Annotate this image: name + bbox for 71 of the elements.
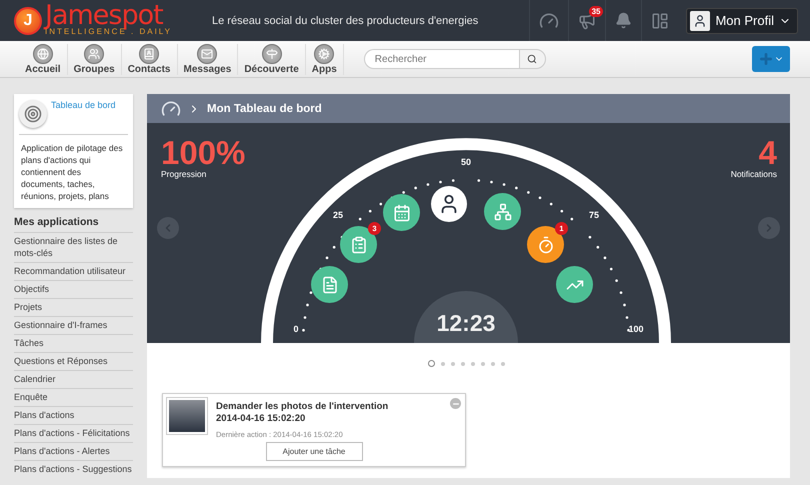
avatar-icon bbox=[690, 10, 710, 30]
notification-count: 35 bbox=[588, 6, 604, 17]
nav-item[interactable]: Découverte bbox=[238, 44, 306, 74]
add-task-button[interactable]: Ajouter une tâche bbox=[266, 442, 362, 461]
pager-dot[interactable] bbox=[428, 360, 434, 367]
nav-item[interactable]: Contacts bbox=[122, 44, 178, 74]
task-title: Demander les photos de l'intervention 2014-04-16 15:02:20 bbox=[216, 401, 388, 425]
globe-icon bbox=[32, 44, 53, 64]
gauge-label: 75 bbox=[588, 210, 599, 220]
pager-dot[interactable] bbox=[460, 362, 464, 366]
pager-dot[interactable] bbox=[500, 362, 504, 366]
sidebar-item[interactable]: Plans d'actions - Suggestions bbox=[14, 460, 133, 478]
sidebar-item[interactable]: Plans d'actions - Félicitations bbox=[14, 424, 133, 442]
address-book-icon bbox=[139, 44, 160, 64]
gauge-label: 50 bbox=[461, 157, 471, 167]
checklist-icon bbox=[350, 236, 368, 254]
notification-value: 4 bbox=[758, 137, 777, 169]
gauge-label: 0 bbox=[294, 324, 298, 334]
site-slogan: Le réseau social du cluster des producteurs d'energies bbox=[212, 14, 480, 26]
document-icon bbox=[320, 276, 338, 294]
nav-item[interactable]: Groupes bbox=[68, 44, 122, 74]
sidebar-item[interactable]: Objectifs bbox=[14, 280, 133, 298]
sidebar-item[interactable]: Tâches bbox=[14, 334, 133, 352]
sidebar-item[interactable]: Projets bbox=[14, 298, 133, 316]
sidebar-item[interactable]: Gestionnaire des listes de mots-clés bbox=[14, 232, 133, 262]
plus-icon bbox=[758, 51, 774, 67]
sidebar-item[interactable]: Calendrier bbox=[14, 370, 133, 388]
timer-icon bbox=[536, 236, 554, 254]
clock-time: 12:23 bbox=[436, 310, 496, 337]
sidebar-item[interactable]: Enquête bbox=[14, 388, 133, 406]
pager-dot[interactable] bbox=[450, 362, 454, 366]
dashboard-title: Mon Tableau de bord bbox=[207, 102, 322, 114]
sidebar-item[interactable]: Gestionnaire d'I-frames bbox=[14, 316, 133, 334]
app-card-title[interactable]: Tableau de bord bbox=[51, 100, 116, 128]
target-icon bbox=[19, 100, 47, 128]
photo-placeholder bbox=[166, 397, 208, 435]
nav-item[interactable]: Accueil bbox=[19, 44, 68, 74]
notification-label: Notifications bbox=[730, 169, 777, 179]
app-button[interactable] bbox=[383, 194, 420, 231]
signpost-icon bbox=[262, 44, 282, 64]
gauge-icon bbox=[161, 98, 181, 118]
sidebar-item[interactable]: Plans d'actions bbox=[14, 406, 133, 424]
nav-item[interactable]: Apps bbox=[306, 44, 344, 74]
app-button[interactable] bbox=[556, 266, 593, 303]
search-icon[interactable] bbox=[518, 49, 546, 69]
app-button[interactable] bbox=[311, 266, 348, 303]
pager-dot[interactable] bbox=[480, 362, 484, 366]
nav-item[interactable]: Messages bbox=[178, 44, 238, 74]
envelope-icon bbox=[197, 44, 218, 64]
pager-dot[interactable] bbox=[490, 362, 494, 366]
logo-mark: J bbox=[14, 6, 42, 34]
pager-dot[interactable] bbox=[440, 362, 444, 366]
sidebar-heading: Mes applications bbox=[14, 216, 100, 228]
gauge-label: 25 bbox=[333, 210, 343, 220]
sidebar-item[interactable]: Recommandation utilisateur bbox=[14, 262, 133, 280]
profile-button[interactable]: Mon Profil bbox=[686, 8, 798, 34]
remove-button[interactable] bbox=[450, 398, 461, 409]
sidebar-item[interactable]: Questions et Réponses bbox=[14, 352, 133, 370]
avatar-button[interactable] bbox=[431, 186, 467, 222]
people-icon bbox=[84, 44, 104, 64]
app-description: Application de pilotage des plans d'actions qui contiennent des documents, taches, réunions, projets, plans bbox=[20, 142, 124, 202]
sidebar-item[interactable]: Plans d'actions - Alertes bbox=[14, 442, 133, 460]
app-button[interactable] bbox=[484, 193, 521, 230]
calendar-icon bbox=[392, 204, 410, 222]
gear-icon bbox=[314, 44, 334, 64]
pager-dot[interactable] bbox=[470, 362, 474, 366]
search-field[interactable]: Rechercher bbox=[364, 49, 519, 69]
add-button[interactable] bbox=[752, 46, 790, 72]
gauge-label: 100 bbox=[628, 324, 644, 334]
progress-label: Progression bbox=[161, 169, 208, 179]
progress-value: 100% bbox=[161, 137, 246, 169]
